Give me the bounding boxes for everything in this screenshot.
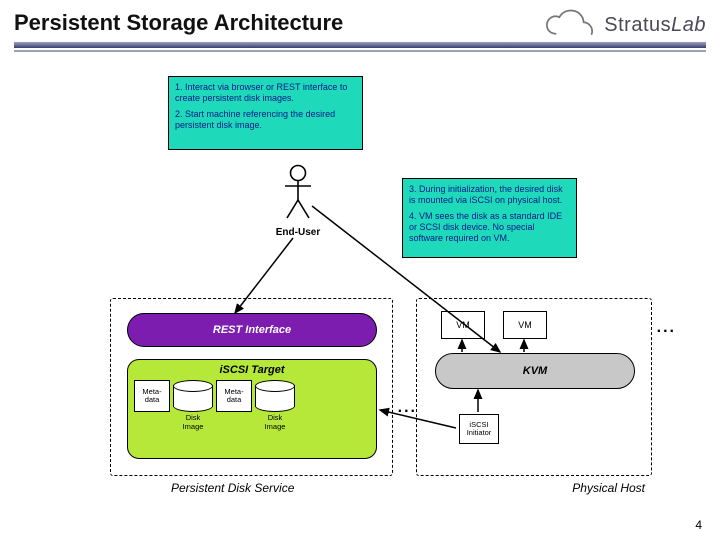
phost-group-label: Physical Host [572, 481, 645, 495]
disk-image-label: Disk Image [255, 413, 295, 431]
header-rule [14, 42, 706, 48]
person-icon [279, 164, 317, 220]
cylinder-icon [255, 380, 295, 412]
kvm-node: KVM [435, 353, 635, 389]
metadata-label: Meta- data [224, 388, 243, 404]
iscsi-target-label: iSCSI Target [128, 364, 376, 376]
vm-box: VM [441, 311, 485, 339]
iscsi-initiator-node: iSCSI Initiator [459, 414, 499, 444]
brand-suffix: Lab [671, 14, 706, 36]
ellipsis-disks: ... [398, 399, 417, 417]
brand-name: Stratus [604, 14, 671, 36]
vm-label: VM [518, 320, 532, 330]
disk-image-cylinder: Disk Image [173, 380, 213, 431]
vm-box: VM [503, 311, 547, 339]
end-user-actor: End-User [272, 164, 324, 238]
step-3: 3. During initialization, the desired di… [409, 184, 570, 207]
kvm-label: KVM [523, 365, 547, 377]
iscsi-target-node: iSCSI Target Meta- data Disk Image Meta-… [127, 359, 377, 459]
disk-row: Meta- data Disk Image Meta- data Disk Im… [128, 376, 376, 431]
cloud-icon [544, 8, 602, 42]
pds-group-label: Persistent Disk Service [171, 481, 294, 495]
step-1: 1. Interact via browser or REST interfac… [175, 82, 356, 105]
disk-image-cylinder: Disk Image [255, 380, 295, 431]
metadata-label: Meta- data [142, 388, 161, 404]
vm-label: VM [456, 320, 470, 330]
note-steps-user: 1. Interact via browser or REST interfac… [168, 76, 363, 150]
rest-interface-label: REST Interface [213, 324, 291, 336]
step-2: 2. Start machine referencing the desired… [175, 109, 356, 132]
note-steps-host: 3. During initialization, the desired di… [402, 178, 577, 258]
disk-image-label: Disk Image [173, 413, 213, 431]
rest-interface-node: REST Interface [127, 313, 377, 347]
end-user-label: End-User [272, 227, 324, 238]
brand-text: StratusLab [604, 14, 706, 37]
step-4: 4. VM sees the disk as a standard IDE or… [409, 211, 570, 245]
slide-header: Persistent Storage Architecture StratusL… [0, 0, 720, 56]
ellipsis-vms: ... [657, 319, 676, 337]
brand-logo: StratusLab [544, 8, 706, 42]
diagram-canvas: 1. Interact via browser or REST interfac… [0, 70, 720, 540]
cylinder-icon [173, 380, 213, 412]
metadata-box: Meta- data [134, 380, 170, 412]
metadata-box: Meta- data [216, 380, 252, 412]
iscsi-initiator-label: iSCSI Initiator [467, 421, 492, 437]
group-physical-host: VM VM ... KVM iSCSI Initiator Physical H… [416, 298, 652, 476]
header-rule-2 [14, 50, 706, 52]
group-persistent-disk-service: REST Interface iSCSI Target Meta- data D… [110, 298, 393, 476]
page-number: 4 [695, 518, 702, 532]
